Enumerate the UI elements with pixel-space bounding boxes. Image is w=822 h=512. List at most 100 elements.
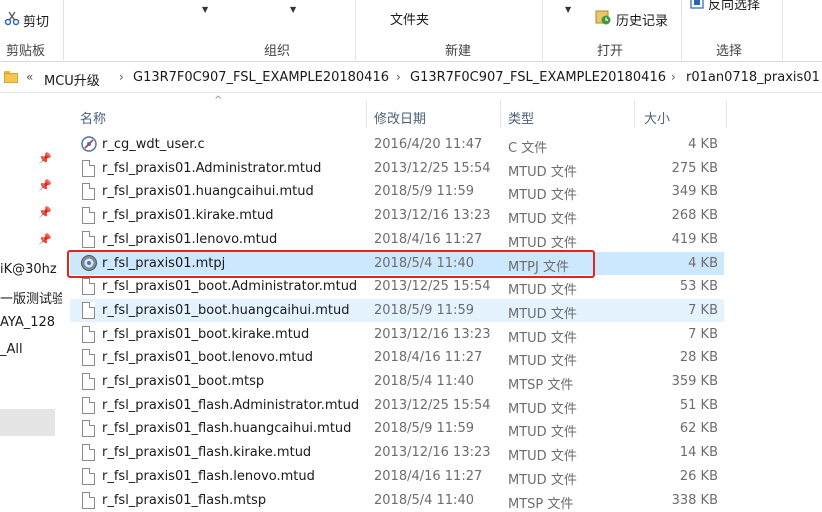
cut-label: 剪切: [23, 15, 50, 30]
file-type: MTUD 文件: [508, 283, 577, 299]
organize-group-label: 组织: [264, 44, 291, 59]
sort-ascending-icon[interactable]: ^: [214, 95, 222, 106]
file-date: 2013/12/16 13:23: [374, 208, 491, 224]
scissors-icon: [4, 11, 20, 26]
nav-item[interactable]: AYA_128: [0, 315, 62, 330]
file-name: r_fsl_praxis01_flash.kirake.mtud: [102, 445, 312, 461]
table-row[interactable]: r_fsl_praxis01_boot.Administrator.mtud 20…: [70, 275, 724, 298]
file-date: 2018/5/9 11:59: [374, 302, 474, 318]
ribbon-separator: [355, 0, 356, 60]
nav-item-highlight[interactable]: [0, 409, 55, 436]
file-name: r_fsl_praxis01_flash.lenovo.mtud: [102, 468, 315, 484]
column-header-size[interactable]: 大小: [644, 108, 670, 127]
file-date: 2018/5/4 11:40: [374, 492, 474, 508]
table-row[interactable]: r_fsl_praxis01_boot.mtsp 2018/5/4 11:40 MT…: [70, 370, 724, 393]
file-type: MTUD 文件: [508, 235, 577, 251]
project-icon: [81, 254, 97, 271]
invert-selection-icon: [690, 0, 704, 9]
pin-icon[interactable]: 📌: [38, 179, 52, 192]
open-group-label: 打开: [597, 44, 624, 59]
file-size: 4 KB: [688, 255, 718, 271]
file-icon: [82, 349, 95, 367]
file-icon: [82, 278, 95, 296]
file-size: 28 KB: [679, 350, 718, 366]
file-icon: [82, 301, 95, 319]
file-name: r_fsl_praxis01_boot.huangcaihui.mtud: [102, 302, 350, 318]
file-name: r_fsl_praxis01.Administrator.mtud: [102, 160, 322, 176]
nav-item[interactable]: iK@30hz: [0, 262, 62, 277]
file-icon: [82, 444, 95, 462]
table-row[interactable]: r_fsl_praxis01.huangcaihui.mtud 2018/5/9 …: [70, 180, 724, 203]
table-row[interactable]: r_fsl_praxis01.Administrator.mtud 2013/12…: [70, 157, 724, 180]
column-divider[interactable]: [500, 100, 501, 128]
file-size: 26 KB: [679, 468, 718, 484]
table-row[interactable]: r_fsl_praxis01_flash.Administrator.mtud 2…: [70, 394, 724, 417]
file-size: 4 KB: [688, 137, 718, 152]
file-type: C 文件: [508, 141, 548, 156]
new-folder-label[interactable]: 文件夹: [390, 9, 429, 28]
file-type: MTUD 文件: [508, 449, 577, 465]
file-date: 2018/4/16 11:27: [374, 468, 483, 484]
file-name: r_fsl_praxis01.huangcaihui.mtud: [102, 184, 314, 200]
file-date: 2018/4/16 11:27: [374, 350, 483, 366]
column-header-type[interactable]: 类型: [508, 108, 534, 127]
file-size: 51 KB: [679, 397, 718, 413]
invert-selection-label: 反向选择: [708, 0, 761, 13]
table-row[interactable]: r_fsl_praxis01.lenovo.mtud 2018/4/16 11:2…: [70, 228, 724, 251]
table-row[interactable]: r_fsl_praxis01_flash.mtsp 2018/5/4 11:40 M…: [70, 489, 724, 512]
file-icon: [82, 207, 95, 225]
pin-icon[interactable]: 📌: [38, 233, 52, 246]
table-row[interactable]: r_fsl_praxis01_boot.kirake.mtud 2013/12/1…: [70, 323, 724, 346]
cut-button[interactable]: 剪切: [4, 8, 56, 30]
file-name: r_fsl_praxis01_flash.Administrator.mtud: [102, 397, 360, 413]
file-size: 359 KB: [671, 374, 718, 389]
file-icon: [82, 183, 95, 201]
file-type: MTUD 文件: [508, 472, 577, 488]
file-name: r_fsl_praxis01.lenovo.mtud: [102, 231, 278, 247]
file-size: 7 KB: [688, 302, 718, 318]
chevron-down-icon[interactable]: ▼: [565, 5, 571, 14]
pin-icon[interactable]: 📌: [38, 206, 52, 219]
breadcrumb-segment[interactable]: G13R7F0C907_FSL_EXAMPLE20180416: [410, 70, 666, 85]
table-row[interactable]: r_cg_wdt_user.c 2016/4/20 11:47 C 文件 4 KB: [70, 133, 724, 156]
column-header-date[interactable]: 修改日期: [374, 108, 426, 127]
table-row[interactable]: r_fsl_praxis01.kirake.mtud 2013/12/16 13:…: [70, 204, 724, 227]
breadcrumb-segment[interactable]: MCU升级: [44, 70, 100, 89]
file-name: r_fsl_praxis01_flash.mtsp: [102, 492, 267, 508]
table-row[interactable]: r_fsl_praxis01_flash.kirake.mtud 2013/12/…: [70, 441, 724, 464]
file-type: MTUD 文件: [508, 401, 577, 417]
history-icon: [595, 10, 611, 25]
column-divider[interactable]: [634, 100, 635, 128]
file-date: 2013/12/25 15:54: [374, 279, 491, 295]
file-icon: [82, 230, 95, 248]
chevron-down-icon[interactable]: ▼: [290, 5, 296, 14]
breadcrumb-segment[interactable]: G13R7F0C907_FSL_EXAMPLE20180416: [133, 70, 389, 85]
breadcrumb-segment[interactable]: r01an0718_praxis01: [686, 70, 820, 85]
table-row[interactable]: r_fsl_praxis01.mtpj 2018/5/4 11:40 MTPJ 文件…: [70, 251, 724, 275]
address-bar[interactable]: « MCU升级 › G13R7F0C907_FSL_EXAMPLE2018041…: [0, 63, 822, 93]
chevron-right-icon[interactable]: ›: [119, 70, 124, 84]
chevron-right-icon[interactable]: ›: [396, 70, 401, 84]
folder-icon: [4, 71, 18, 83]
file-name: r_fsl_praxis01_boot.Administrator.mtud: [102, 279, 358, 295]
column-divider[interactable]: [726, 100, 727, 128]
pin-icon[interactable]: 📌: [38, 152, 52, 165]
file-size: 419 KB: [671, 231, 718, 247]
file-date: 2018/4/16 11:27: [374, 231, 483, 247]
chevron-down-icon[interactable]: ▼: [202, 5, 208, 14]
table-row[interactable]: r_fsl_praxis01_flash.lenovo.mtud 2018/4/1…: [70, 465, 724, 488]
column-header-name[interactable]: 名称: [80, 108, 106, 127]
file-size: 7 KB: [688, 326, 718, 342]
nav-item[interactable]: 一版测试验: [0, 288, 62, 307]
chevron-right-icon[interactable]: ›: [671, 70, 676, 84]
history-button[interactable]: 历史记录: [594, 6, 678, 29]
file-name: r_fsl_praxis01_boot.kirake.mtud: [102, 326, 310, 342]
nav-item[interactable]: _All: [0, 342, 62, 357]
file-type: MTSP 文件: [508, 378, 574, 393]
table-row[interactable]: r_fsl_praxis01_flash.huangcaihui.mtud 201…: [70, 417, 724, 440]
invert-selection-button[interactable]: 反向选择: [690, 0, 800, 14]
table-row[interactable]: r_fsl_praxis01_boot.lenovo.mtud 2018/4/16…: [70, 346, 724, 369]
back-history-marker[interactable]: «: [26, 70, 33, 84]
column-divider[interactable]: [366, 100, 367, 128]
table-row[interactable]: r_fsl_praxis01_boot.huangcaihui.mtud 2018…: [70, 298, 724, 322]
